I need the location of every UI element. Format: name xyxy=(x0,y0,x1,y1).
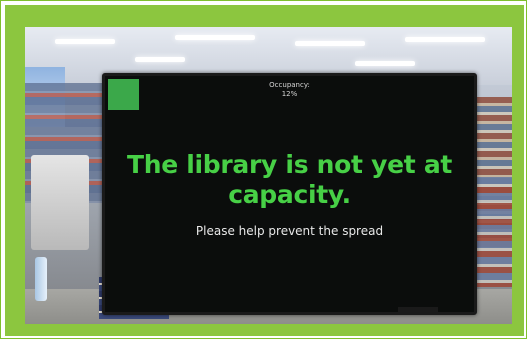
ceiling-light xyxy=(295,41,365,46)
ceiling-light xyxy=(55,39,115,44)
occupancy-readout: Occupancy: 12% xyxy=(105,81,474,99)
tv-display: Occupancy: 12% The library is not yet at… xyxy=(102,73,477,315)
occupancy-label: Occupancy: xyxy=(269,81,310,89)
capacity-headline: The library is not yet at capacity. xyxy=(126,150,453,209)
sanitizer-bottle xyxy=(35,257,47,301)
tv-stand xyxy=(398,307,438,315)
printer xyxy=(31,155,89,250)
ceiling-light xyxy=(405,37,485,42)
library-photo: Occupancy: 12% The library is not yet at… xyxy=(25,27,512,324)
image-frame: Occupancy: 12% The library is not yet at… xyxy=(0,0,527,339)
occupancy-value: 12% xyxy=(281,90,298,98)
ceiling-light xyxy=(135,57,185,62)
ceiling-light xyxy=(355,61,415,66)
ceiling-light xyxy=(175,35,255,40)
prevent-spread-message: Please help prevent the spread xyxy=(195,224,384,238)
green-border: Occupancy: 12% The library is not yet at… xyxy=(5,5,524,336)
